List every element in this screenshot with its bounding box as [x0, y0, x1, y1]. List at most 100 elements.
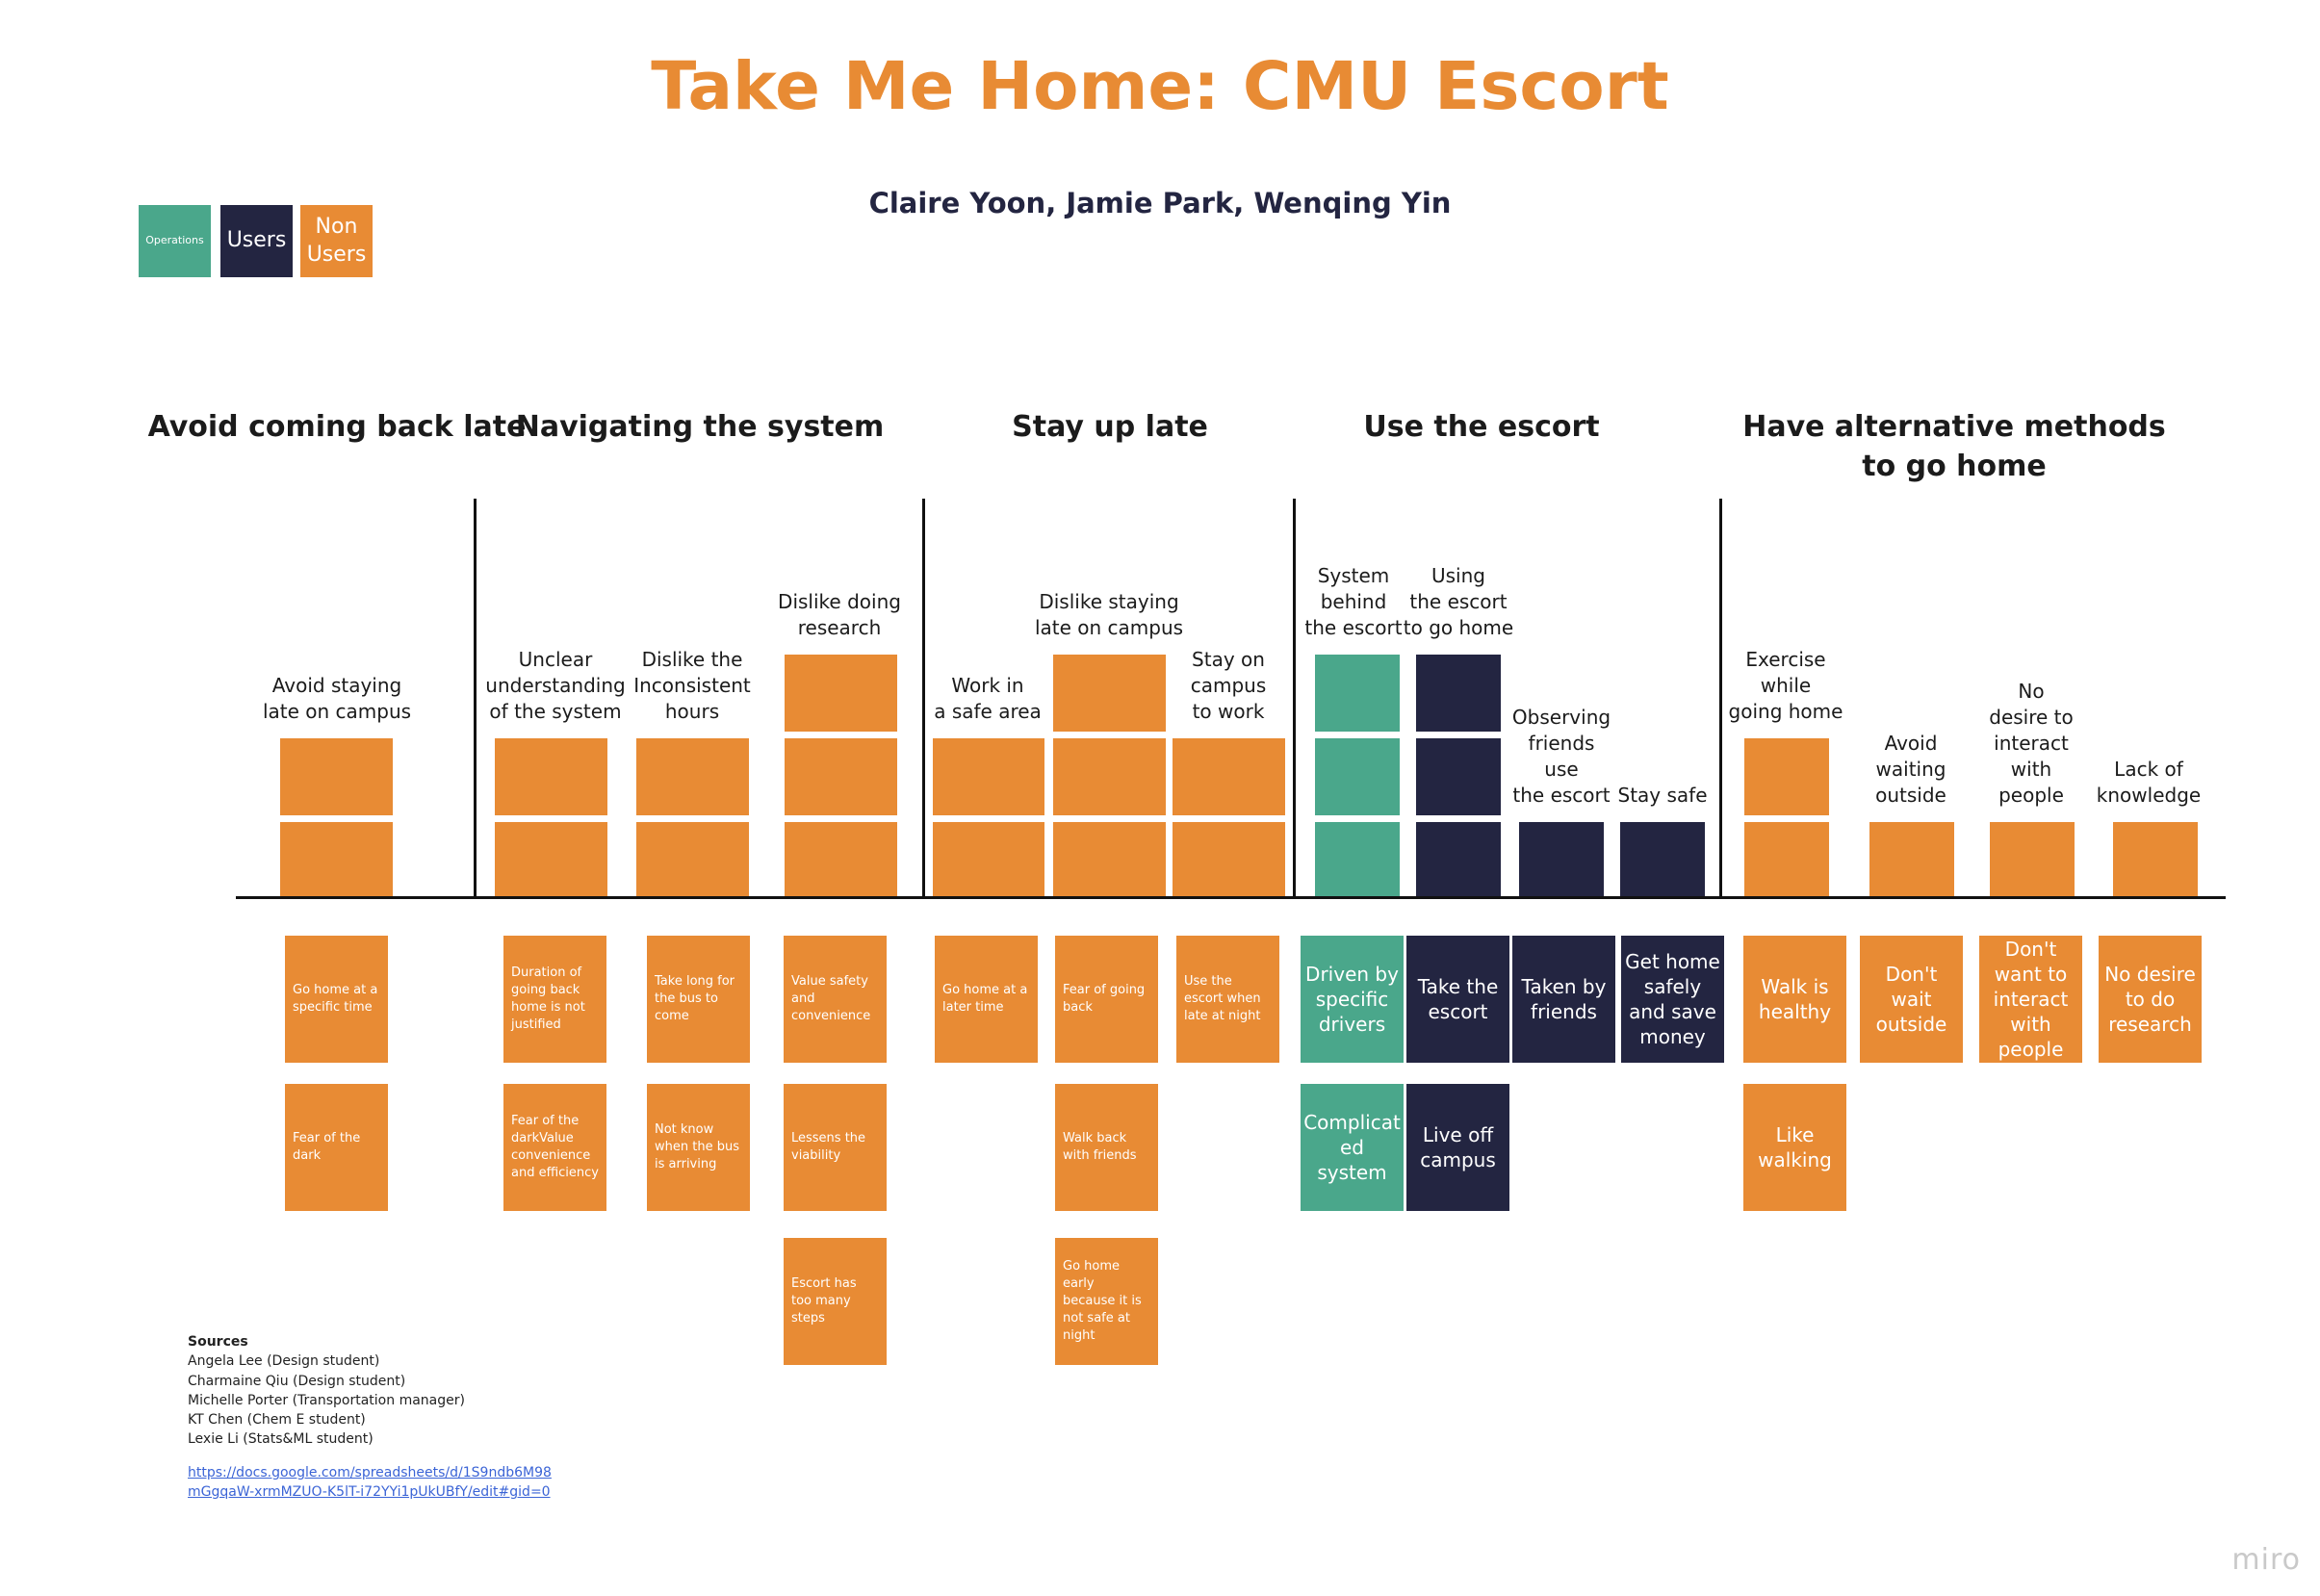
insight-card-text: Lessens the viability [791, 1130, 866, 1163]
subcategory-label: Lack of knowledge [2096, 758, 2202, 807]
source-item: Michelle Porter (Transportation manager) [188, 1392, 465, 1408]
insight-card: Use the escort when late at night [1176, 936, 1279, 1063]
stack-block [1744, 738, 1829, 815]
insight-card: Not know when the bus is arriving [647, 1084, 750, 1211]
stack-block [1744, 822, 1829, 899]
subcategory-label: Stay on campus to work [1190, 648, 1267, 723]
stack-block [495, 822, 607, 899]
subcategory-label: Using the escort to go home [1403, 564, 1514, 639]
insight-card: Escort has too many steps [784, 1238, 887, 1365]
source-item: Lexie Li (Stats&ML student) [188, 1431, 374, 1448]
stack-block [280, 822, 393, 899]
insight-card-text: Fear of the darkValue convenience and ef… [511, 1113, 599, 1181]
source-item: KT Chen (Chem E student) [188, 1412, 366, 1429]
stack-block [785, 738, 897, 815]
stack-block [1990, 822, 2075, 899]
stack-block [933, 738, 1044, 815]
insight-card: Live off campus [1406, 1084, 1509, 1211]
insight-card-text: Take long for the bus to come [655, 973, 735, 1024]
category-divider [922, 499, 925, 898]
source-item: Charmaine Qiu (Design student) [188, 1373, 406, 1389]
stack-block [1053, 655, 1166, 732]
source-item: Angela Lee (Design student) [188, 1353, 380, 1370]
sources-block: Sources Angela Lee (Design student) Char… [188, 1332, 554, 1502]
insight-card-text: Escort has too many steps [791, 1275, 857, 1326]
insight-card: Like walking [1743, 1084, 1846, 1211]
insight-card-text: Don't want to interact with people [1993, 938, 2069, 1061]
insight-card-text: No desire to do research [2104, 963, 2196, 1036]
subcategory-label: Dislike staying late on campus [1034, 590, 1184, 639]
insight-card-text: Fear of the dark [293, 1130, 361, 1163]
subcategory-label: No desire to interact with people [1989, 680, 2074, 807]
stack-block [1053, 738, 1166, 815]
page-title: Take Me Home: CMU Escort [651, 48, 1669, 125]
insight-card: Don't wait outside [1860, 936, 1963, 1063]
subcategory-label: Observing friends use the escort [1511, 706, 1611, 807]
insight-card-text: Walk is healthy [1758, 975, 1832, 1023]
insight-card: Fear of the darkValue convenience and ef… [503, 1084, 606, 1211]
insight-card-text: Take the escort [1417, 975, 1499, 1023]
stack-block [636, 822, 749, 899]
insight-card: Fear of the dark [285, 1084, 388, 1211]
stack-block [636, 738, 749, 815]
insight-card-text: Go home early because it is not safe at … [1063, 1258, 1142, 1344]
legend-users: Users [220, 205, 293, 277]
stack-block [280, 738, 393, 815]
insight-card: Get home safely and save money [1621, 936, 1724, 1063]
stack-block [2113, 822, 2198, 899]
insight-card-text: Complicat ed system [1303, 1111, 1401, 1184]
subcategory-label: Avoid waiting outside [1875, 732, 1946, 807]
insight-card: Take the escort [1406, 936, 1509, 1063]
insight-card-text: Go home at a later time [942, 982, 1028, 1015]
stack-block [1416, 822, 1501, 899]
stack-block [785, 822, 897, 899]
stack-block [785, 655, 897, 732]
stack-block [1620, 822, 1705, 899]
insight-card: Walk is healthy [1743, 936, 1846, 1063]
insight-card-text: Not know when the bus is arriving [655, 1121, 739, 1172]
sources-link[interactable]: https://docs.google.com/spreadsheets/d/1… [188, 1463, 554, 1503]
stack-block [1869, 822, 1954, 899]
insight-card-text: Get home safely and save money [1625, 950, 1720, 1048]
stack-block [1519, 822, 1604, 899]
insight-card: Driven by specific drivers [1301, 936, 1404, 1063]
insight-card-text: Use the escort when late at night [1184, 973, 1261, 1024]
category-header: Stay up late [1012, 410, 1208, 444]
category-header: Avoid coming back late [147, 410, 527, 444]
subcategory-label: Dislike the Inconsistent hours [633, 648, 751, 723]
stack-block [1053, 822, 1166, 899]
category-divider [474, 499, 477, 898]
stack-block [495, 738, 607, 815]
insight-card: Go home at a specific time [285, 936, 388, 1063]
category-header: Use the escort [1363, 410, 1600, 444]
insight-card: Go home at a later time [935, 936, 1038, 1063]
legend-operations: Operations [139, 205, 211, 277]
stack-block [1315, 738, 1400, 815]
subcategory-label: Dislike doing research [778, 590, 901, 639]
insight-card: Duration of going back home is not justi… [503, 936, 606, 1063]
insight-card: Complicat ed system [1301, 1084, 1404, 1211]
category-divider [1719, 499, 1722, 898]
insight-card: Don't want to interact with people [1979, 936, 2082, 1063]
insight-card-text: Taken by friends [1521, 975, 1607, 1023]
stack-block [1416, 655, 1501, 732]
insight-card: Go home early because it is not safe at … [1055, 1238, 1158, 1365]
subcategory-label: System behind the escort [1304, 564, 1403, 639]
insight-card-text: Live off campus [1420, 1123, 1496, 1171]
stack-block [1173, 738, 1285, 815]
insight-card-text: Fear of going back [1063, 982, 1146, 1015]
insight-card-text: Value safety and convenience [791, 973, 871, 1024]
legend-non-users: Non Users [300, 205, 373, 277]
stack-block [1173, 822, 1285, 899]
insight-card: Fear of going back [1055, 936, 1158, 1063]
stack-block [1416, 738, 1501, 815]
subcategory-label: Stay safe [1617, 784, 1708, 807]
stack-block [1315, 655, 1400, 732]
insight-card: Take long for the bus to come [647, 936, 750, 1063]
insight-card: Taken by friends [1512, 936, 1615, 1063]
insight-card: Walk back with friends [1055, 1084, 1158, 1211]
category-header: Have alternative methods to go home [1742, 410, 2166, 483]
subcategory-label: Exercise while going home [1728, 648, 1843, 723]
stack-block [1315, 822, 1400, 899]
stack-block [933, 822, 1044, 899]
